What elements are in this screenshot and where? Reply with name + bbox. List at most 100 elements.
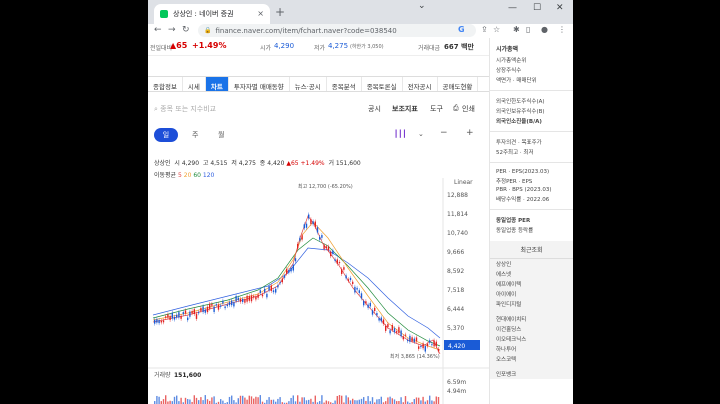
candle: [396, 331, 398, 333]
back-icon[interactable]: ←: [154, 25, 162, 35]
google-icon[interactable]: G: [458, 25, 465, 34]
candle: [187, 317, 189, 321]
tab-close-icon[interactable]: ×: [257, 9, 264, 18]
divider: [490, 209, 573, 210]
indicator-button[interactable]: 보조지표: [392, 104, 418, 114]
recent-item[interactable]: 에프에이텍: [490, 279, 573, 289]
maximize-icon[interactable]: ☐: [533, 3, 541, 13]
candle: [305, 223, 308, 228]
new-tab-icon[interactable]: +: [275, 5, 285, 19]
recent-item[interactable]: 이건홀딩스: [490, 324, 573, 334]
candle: [424, 346, 426, 352]
recent-item[interactable]: 인포뱅크: [490, 369, 573, 379]
y-tick: 11,814: [447, 211, 468, 218]
tab-investor[interactable]: 투자자별 매매동향: [229, 77, 290, 91]
period-day-button[interactable]: 일: [154, 128, 178, 142]
tab-news[interactable]: 뉴스·공시: [290, 77, 327, 91]
recent-item[interactable]: 상상인: [490, 259, 573, 269]
sidebar-item[interactable]: PBR · BPS (2023.03): [490, 186, 573, 194]
candle: [360, 293, 363, 299]
period-week-button[interactable]: 주: [192, 130, 198, 140]
forward-icon[interactable]: →: [168, 25, 176, 35]
y-tick: 6,444: [447, 306, 464, 313]
volume-bar: [378, 399, 380, 404]
sidebar-item[interactable]: PER · EPS(2023.03): [490, 168, 573, 176]
volume-bar: [156, 395, 158, 404]
candle: [345, 275, 347, 279]
reload-icon[interactable]: ↻: [182, 25, 190, 35]
tab-short-selling[interactable]: 공매도현황: [438, 77, 479, 91]
ohlc-close-label: 종: [259, 160, 266, 167]
recent-item[interactable]: 현대에이치티: [490, 314, 573, 324]
candle: [378, 317, 380, 321]
volume-bar: [187, 399, 189, 404]
zoom-out-icon[interactable]: −: [440, 128, 448, 138]
sidebar-item[interactable]: 추정PER · EPS: [490, 176, 573, 186]
volume-bar: [292, 395, 294, 404]
chart-type-chevron-icon[interactable]: ⌄: [418, 130, 424, 138]
extensions-icon[interactable]: ✱: [513, 25, 520, 34]
recent-item[interactable]: 파인디지털: [490, 299, 573, 309]
print-icon[interactable]: ⎙: [453, 104, 459, 113]
volume-bar: [321, 395, 323, 404]
candle: [167, 314, 169, 318]
candle: [202, 306, 204, 313]
minimize-icon[interactable]: —: [508, 3, 517, 13]
recent-item[interactable]: 이오테크닉스: [490, 334, 573, 344]
menu-kebab-icon[interactable]: ⋮: [558, 25, 566, 34]
candle: [321, 235, 323, 238]
close-window-icon[interactable]: ✕: [556, 3, 564, 13]
sidebar-item[interactable]: 동일업종 PER: [490, 215, 573, 225]
tab-discussion[interactable]: 종목토론실: [362, 77, 403, 91]
volume-bar: [422, 396, 424, 404]
recent-item[interactable]: 하나투어: [490, 344, 573, 354]
recent-item[interactable]: 아이에이: [490, 289, 573, 299]
sidebar-item[interactable]: 동일업종 등락률: [490, 225, 573, 235]
volume-bar: [393, 399, 396, 404]
candle: [418, 346, 420, 349]
recent-item[interactable]: 에스넷: [490, 269, 573, 279]
open-value: 4,290: [274, 42, 295, 50]
candle: [268, 286, 270, 291]
volume-bar: [228, 396, 231, 404]
zoom-in-icon[interactable]: +: [466, 128, 474, 138]
tools-button[interactable]: 도구: [430, 104, 443, 114]
browser-tab[interactable]: 상상인 : 네이버 증권 ×: [154, 4, 270, 24]
y-tick: 8,592: [447, 268, 464, 275]
volume-bar: [336, 396, 338, 404]
candle: [420, 345, 422, 348]
candle: [292, 264, 294, 271]
scale-label[interactable]: Linear: [454, 179, 473, 186]
url-bar[interactable]: 🔒 finance.naver.com/item/fchart.naver?co…: [198, 24, 476, 37]
candle: [415, 337, 418, 342]
sidepanel-icon[interactable]: ▯: [526, 25, 530, 34]
tab-disclosure[interactable]: 전자공시: [403, 77, 438, 91]
period-month-button[interactable]: 월: [218, 130, 224, 140]
candlestick-chart[interactable]: Linear 12,888 11,814 10,740 9,666 8,592 …: [148, 178, 489, 404]
tab-overview[interactable]: 종합정보: [148, 77, 183, 91]
recent-item[interactable]: 오스코텍: [490, 354, 573, 364]
candle-type-icon[interactable]: ┃┃┃: [394, 130, 407, 138]
tab-chart[interactable]: 차트: [205, 77, 229, 91]
share-icon[interactable]: ⇪: [481, 25, 488, 34]
print-button[interactable]: 인쇄: [462, 104, 475, 114]
candle: [156, 319, 158, 323]
volume-bar: [429, 395, 431, 404]
candle: [332, 250, 334, 254]
profile-avatar-icon[interactable]: ●: [541, 25, 548, 34]
candle: [162, 320, 165, 323]
candle: [257, 294, 259, 298]
bookmark-star-icon[interactable]: ☆: [493, 25, 500, 34]
tab-search-icon[interactable]: ⌄: [418, 1, 426, 11]
candle: [330, 251, 332, 257]
announce-button[interactable]: 공시: [368, 104, 381, 114]
sidebar-item[interactable]: 배당수익률 · 2022.06: [490, 194, 573, 204]
volume-bar: [360, 398, 363, 404]
candle: [341, 269, 343, 274]
tab-price[interactable]: 시세: [183, 77, 206, 91]
candle: [184, 310, 187, 314]
tab-analysis[interactable]: 종목분석: [327, 77, 362, 91]
compare-search-input[interactable]: ⌕ 종목 또는 지수비교: [154, 104, 216, 114]
volume-bars: [154, 395, 440, 404]
candle: [363, 300, 365, 306]
